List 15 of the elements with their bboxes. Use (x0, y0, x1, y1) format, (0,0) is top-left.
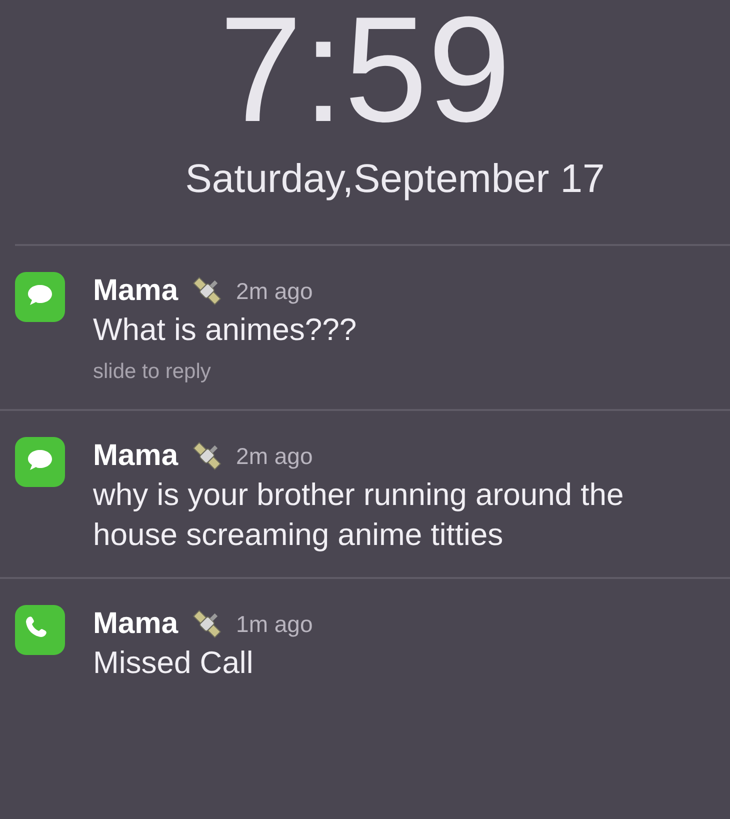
messages-app-icon (15, 437, 65, 488)
phone-app-icon (15, 605, 65, 656)
notification-time: 2m ago (236, 276, 313, 306)
notification-message: Missed Call (93, 644, 254, 682)
clock-time: 7:59 (219, 0, 511, 144)
slide-to-reply-hint[interactable]: slide to reply (93, 356, 357, 388)
sender-name: Mama (93, 438, 178, 474)
messages-app-icon (15, 272, 65, 322)
notification-message: why is your brother running around the house screaming anime titties (93, 476, 625, 554)
sender-name: Mama (93, 606, 178, 642)
notification-time: 2m ago (236, 442, 313, 471)
date-label: Saturday,September 17 (185, 156, 605, 203)
sender-name: Mama (93, 273, 178, 309)
notification-message: What is animes??? (93, 310, 357, 348)
notification-time: 1m ago (236, 610, 313, 639)
